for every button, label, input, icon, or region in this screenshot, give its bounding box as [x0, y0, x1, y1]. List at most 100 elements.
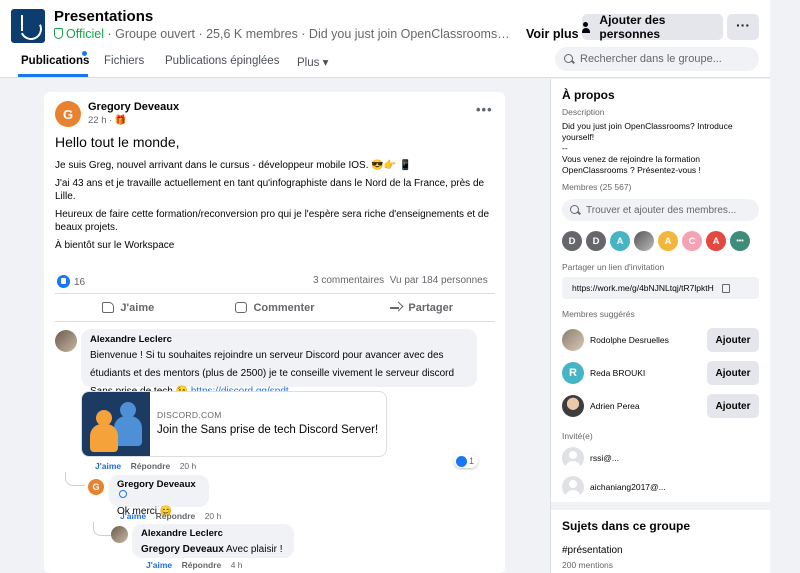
post-author[interactable]: Gregory Deveaux	[88, 101, 179, 113]
like-label: J'aime	[120, 301, 155, 314]
tab-fichiers[interactable]: Fichiers	[104, 55, 144, 67]
reply-reply-link[interactable]: Répondre	[156, 511, 196, 521]
section-divider	[551, 502, 771, 510]
suggested-name[interactable]: Reda BROUKI	[590, 368, 645, 378]
topic-tag[interactable]: #présentation	[562, 545, 762, 556]
seen-by[interactable]: Vu par 184 personnes	[390, 275, 488, 286]
comment-icon	[235, 302, 248, 313]
topics-title: Sujets dans ce groupe	[562, 519, 691, 533]
search-icon	[564, 54, 574, 64]
tab-more[interactable]: Plus ▾	[297, 55, 328, 69]
verified-badge-icon	[119, 490, 127, 498]
reply-text-body: Avec plaisir !	[223, 544, 283, 555]
add-member-button[interactable]: Ajouter	[707, 394, 759, 418]
reply-avatar[interactable]	[111, 526, 128, 543]
comment-label: Commenter	[253, 301, 315, 314]
suggested-avatar[interactable]	[562, 329, 584, 351]
add-people-button[interactable]: Ajouter des personnes	[582, 13, 723, 41]
reply-like-link[interactable]: J'aime	[120, 511, 146, 521]
suggested-name[interactable]: Rodolphe Desruelles	[590, 335, 669, 345]
reply-text: Gregory Deveaux Avec plaisir !	[141, 544, 283, 555]
copy-icon[interactable]	[721, 283, 730, 293]
reply-author-name[interactable]: Gregory Deveaux	[117, 479, 196, 490]
commenter-avatar[interactable]	[55, 330, 77, 352]
post-options-icon[interactable]: •••	[476, 102, 493, 117]
comment-button[interactable]: Commenter	[202, 294, 349, 321]
reply-like-link[interactable]: J'aime	[146, 560, 172, 570]
add-member-button[interactable]: Ajouter	[707, 328, 759, 352]
tab-pinned[interactable]: Publications épinglées	[165, 55, 279, 67]
member-avatars: D D A A C A •••	[562, 231, 750, 251]
reply-mention[interactable]: Gregory Deveaux	[141, 544, 224, 555]
link-title: Join the Sans prise de tech Discord Serv…	[157, 424, 379, 436]
group-search-placeholder: Rechercher dans le groupe...	[580, 53, 722, 65]
share-button[interactable]: Partager	[348, 294, 495, 321]
invite-link[interactable]: https://work.me/g/4bNJNLtqj/tR7lpktH	[572, 283, 714, 293]
member-avatar[interactable]: C	[682, 231, 702, 251]
thread-connector	[93, 522, 111, 536]
post-timestamp[interactable]: 22 h · 🎁	[88, 115, 127, 126]
suggested-avatar[interactable]	[562, 395, 584, 417]
invited-label: Invité(e)	[562, 431, 593, 441]
comment-reply-link[interactable]: Répondre	[131, 461, 171, 471]
invited-name[interactable]: rssi@...	[590, 453, 619, 463]
about-sidebar: À propos Description Did you just join O…	[550, 79, 771, 573]
see-more-link[interactable]: Voir plus	[526, 27, 579, 41]
reply-time[interactable]: 20 h	[205, 511, 222, 521]
default-avatar-icon[interactable]	[562, 447, 584, 469]
group-header: Presentations Officiel · Groupe ouvert ·…	[0, 0, 770, 78]
more-members-icon[interactable]: •••	[730, 231, 750, 251]
post-greeting: Hello tout le monde,	[55, 134, 180, 150]
reply-avatar[interactable]: G	[88, 479, 104, 495]
member-avatar[interactable]: A	[658, 231, 678, 251]
description-text: Did you just join OpenClassrooms? Introd…	[562, 121, 733, 175]
comments-count[interactable]: 3 commentaires	[313, 275, 384, 286]
like-reaction-icon	[57, 275, 70, 288]
post-card: G Gregory Deveaux 22 h · 🎁 ••• Hello tou…	[44, 92, 505, 573]
member-avatar[interactable]	[634, 231, 654, 251]
member-avatar[interactable]: D	[562, 231, 582, 251]
reaction-summary[interactable]: 16	[57, 275, 85, 288]
reply-time[interactable]: 4 h	[231, 560, 243, 570]
members-search-input[interactable]: Trouver et ajouter des membres...	[562, 199, 759, 221]
comment-actions: J'aime Répondre 20 h	[95, 461, 196, 471]
group-meta: Officiel · Groupe ouvert · 25,6 K membre…	[54, 27, 516, 41]
suggested-member: R Reda BROUKI Ajouter	[562, 361, 759, 385]
more-options-button[interactable]: ···	[727, 14, 759, 40]
group-title[interactable]: Presentations	[54, 8, 153, 25]
suggested-member: Adrien Perea Ajouter	[562, 394, 759, 418]
member-avatar[interactable]: D	[586, 231, 606, 251]
tab-publications[interactable]: Publications	[21, 55, 89, 67]
discord-preview-image	[82, 392, 150, 456]
members-label[interactable]: Membres (25 567)	[562, 182, 631, 192]
comment-author[interactable]: Alexandre Leclerc	[90, 334, 468, 345]
suggested-avatar[interactable]: R	[562, 362, 584, 384]
invite-label: Partager un lien d'invitation	[562, 262, 665, 272]
comment-like-link[interactable]: J'aime	[95, 461, 121, 471]
description-label: Description	[562, 107, 605, 117]
default-avatar-icon[interactable]	[562, 476, 584, 498]
post-paragraph: Heureux de faire cette formation/reconve…	[55, 209, 490, 233]
like-button[interactable]: J'aime	[55, 294, 202, 321]
comment-time[interactable]: 20 h	[180, 461, 197, 471]
add-people-label: Ajouter des personnes	[599, 13, 666, 41]
thread-connector	[65, 472, 85, 486]
author-avatar[interactable]: G	[55, 101, 81, 127]
group-search-input[interactable]: Rechercher dans le groupe...	[555, 47, 759, 71]
suggested-name[interactable]: Adrien Perea	[590, 401, 640, 411]
add-member-button[interactable]: Ajouter	[707, 361, 759, 385]
reply-author[interactable]: Alexandre Leclerc	[141, 528, 285, 539]
member-avatar[interactable]: A	[610, 231, 630, 251]
invited-member: rssi@...	[562, 447, 759, 469]
notification-dot	[82, 51, 87, 56]
member-avatar[interactable]: A	[706, 231, 726, 251]
official-shield-icon	[54, 28, 63, 39]
invited-name[interactable]: aichaniang2017@...	[590, 482, 666, 492]
invite-link-field[interactable]: https://work.me/g/4bNJNLtqj/tR7lpktH	[562, 277, 759, 299]
comment-reaction-count[interactable]: 1	[454, 454, 479, 468]
reply-reply-link[interactable]: Répondre	[182, 560, 222, 570]
post-paragraph: J'ai 43 ans et je travaille actuellement…	[55, 178, 485, 202]
topic-count: 200 mentions	[562, 560, 614, 570]
link-preview-card[interactable]: DISCORD.COM Join the Sans prise de tech …	[81, 391, 387, 457]
group-logo[interactable]	[11, 9, 45, 43]
